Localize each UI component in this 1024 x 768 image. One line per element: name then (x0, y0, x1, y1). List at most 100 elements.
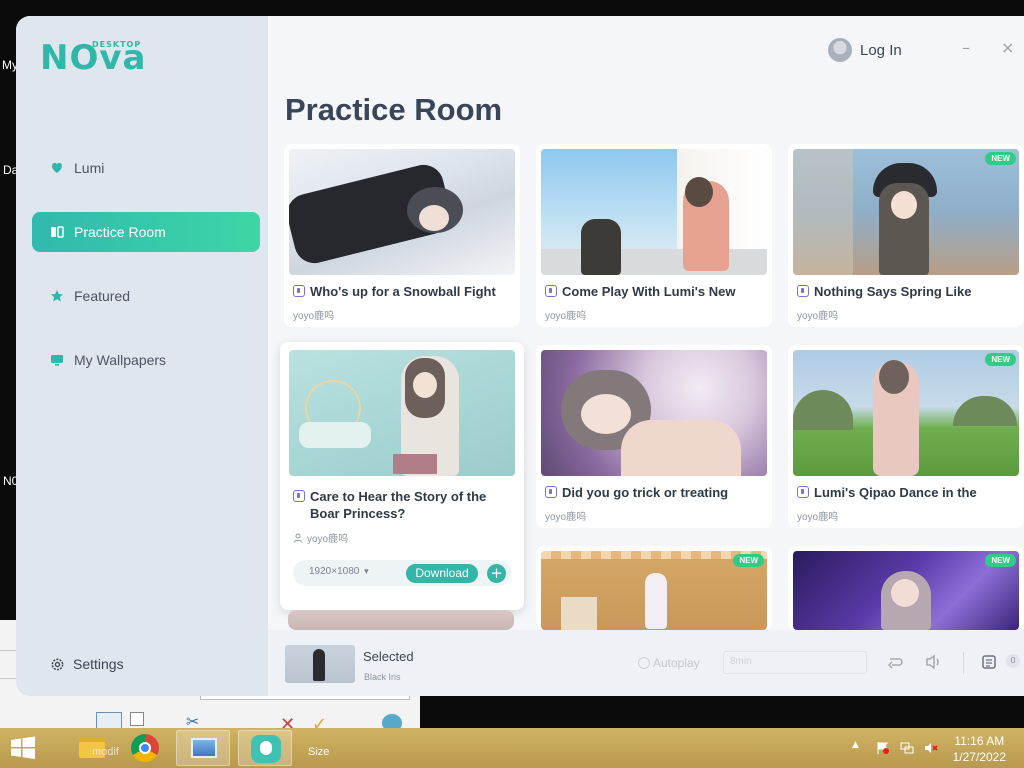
wallpaper-card[interactable]: NEW Nothing Says Spring Like yoyo鹿呜 (788, 144, 1024, 327)
volume-icon[interactable] (925, 654, 943, 674)
wallpaper-thumbnail[interactable] (793, 149, 1019, 275)
sidebar: NOva DESKTOP Lumi Practice Room Featured (16, 16, 268, 696)
star-icon (50, 289, 64, 303)
wallpaper-author: yoyo鹿呜 (293, 530, 348, 545)
wallpaper-title: Come Play With Lumi's New (545, 283, 765, 300)
taskbar-chrome[interactable] (118, 730, 172, 766)
wallpaper-type-icon (797, 486, 809, 498)
wallpaper-type-icon (545, 285, 557, 297)
wallpaper-thumbnail[interactable] (289, 350, 515, 476)
new-badge: NEW (733, 554, 764, 567)
close-button[interactable]: × (1001, 38, 1014, 57)
sidebar-item-label: My Wallpapers (74, 352, 167, 368)
wallpaper-card[interactable]: NEW Lumi's Qipao Dance in the yoyo鹿呜 (788, 345, 1024, 528)
new-badge: NEW (985, 353, 1016, 366)
login-label: Log In (860, 41, 902, 59)
clock-date: 1/27/2022 (952, 750, 1006, 764)
wallpaper-card[interactable]: Who's up for a Snowball Fight yoyo鹿呜 (284, 144, 520, 327)
wallpaper-thumbnail[interactable] (288, 610, 514, 630)
chevron-down-icon: ▾ (364, 566, 369, 576)
selected-wallpaper-thumbnail[interactable] (285, 645, 355, 683)
new-badge: NEW (985, 152, 1016, 165)
wallpaper-title: Who's up for a Snowball Fight (293, 283, 513, 300)
chrome-icon (131, 734, 159, 762)
nova-logo: NOva DESKTOP (40, 38, 160, 78)
partial-text: modif (92, 746, 119, 758)
autoplay-interval-field[interactable]: 8min (723, 651, 867, 674)
wallpaper-thumbnail[interactable] (541, 350, 767, 476)
tray-chevron-icon[interactable]: ▲ (852, 740, 859, 750)
system-clock[interactable]: 11:16 AM 1/27/2022 (953, 733, 1006, 765)
wallpaper-author: yoyo鹿呜 (797, 311, 839, 322)
playlist-icon[interactable] (981, 654, 997, 674)
clock-time: 11:16 AM (954, 734, 1005, 748)
wallpaper-type-icon (545, 486, 557, 498)
sidebar-item-label: Featured (74, 288, 131, 304)
new-badge: NEW (985, 554, 1016, 567)
wallpaper-author: yoyo鹿呜 (545, 512, 587, 523)
selected-label: Selected (363, 649, 414, 664)
nova-app-icon (251, 735, 281, 763)
wallpaper-card[interactable] (288, 610, 514, 630)
heart-icon (50, 161, 64, 175)
wallpaper-title: Did you go trick or treating (545, 484, 765, 501)
taskbar-photos[interactable] (176, 730, 230, 766)
download-bar: 1920×1080 ▾ Download + (293, 560, 511, 586)
nova-desktop-window: NOva DESKTOP Lumi Practice Room Featured (16, 16, 1024, 696)
playlist-count: 0 (1006, 654, 1020, 668)
user-icon (293, 533, 303, 543)
start-button[interactable] (10, 736, 36, 764)
taskbar-nova-desktop[interactable] (238, 730, 292, 766)
autoplay-checkbox[interactable] (638, 657, 650, 669)
sidebar-item-lumi[interactable]: Lumi (32, 148, 260, 188)
settings-label: Settings (73, 656, 124, 672)
wallpaper-title: Care to Hear the Story of the Boar Princ… (293, 488, 513, 522)
toolbar-size-label: Size (308, 746, 330, 758)
background-window-fragment-right (420, 696, 1024, 728)
wallpaper-title: Lumi's Qipao Dance in the (797, 484, 1017, 501)
volume-muted-icon[interactable] (924, 740, 938, 754)
gear-icon (51, 658, 64, 670)
wallpaper-card-expanded[interactable]: Care to Hear the Story of the Boar Princ… (280, 342, 524, 610)
wallpaper-card[interactable]: NEW (536, 546, 772, 630)
loop-icon[interactable] (886, 654, 904, 674)
wallpaper-card[interactable]: NEW (788, 546, 1024, 630)
sidebar-item-featured[interactable]: Featured (32, 276, 260, 316)
add-button[interactable]: + (487, 564, 506, 583)
sidebar-item-label: Practice Room (74, 224, 166, 240)
download-button[interactable]: Download (406, 564, 478, 583)
selected-wallpaper-name: Black Iris (364, 672, 401, 682)
player-bar: Selected Black Iris Autoplay 8min 0 (268, 630, 1024, 696)
resolution-value: 1920×1080 (309, 566, 360, 577)
sidebar-item-label: Lumi (74, 160, 105, 176)
wallpaper-type-icon (797, 285, 809, 297)
wallpaper-author: yoyo鹿呜 (797, 512, 839, 523)
wallpaper-thumbnail[interactable] (541, 149, 767, 275)
minimize-button[interactable]: – (962, 38, 970, 57)
monitor-icon (50, 353, 64, 367)
wallpaper-type-icon (293, 285, 305, 297)
wallpaper-card[interactable]: Did you go trick or treating yoyo鹿呜 (536, 345, 772, 528)
autoplay-toggle[interactable]: Autoplay (638, 656, 700, 670)
avatar (828, 38, 852, 62)
wallpaper-thumbnail[interactable] (793, 350, 1019, 476)
wallpaper-title: Nothing Says Spring Like (797, 283, 1017, 300)
page-title: Practice Room (285, 92, 503, 127)
network-icon[interactable] (900, 740, 914, 754)
picture-icon (191, 738, 217, 758)
book-icon (50, 225, 64, 239)
wallpaper-author: yoyo鹿呜 (293, 311, 335, 322)
taskbar: Size modif ▲ 11:16 AM 1/27/2022 (0, 728, 1024, 768)
wallpaper-thumbnail[interactable] (289, 149, 515, 275)
login-button[interactable]: Log In (828, 38, 902, 62)
autoplay-label: Autoplay (653, 656, 700, 670)
sidebar-item-my-wallpapers[interactable]: My Wallpapers (32, 340, 260, 380)
windows-logo-icon (11, 736, 35, 759)
resolution-dropdown[interactable]: 1920×1080 ▾ (309, 566, 369, 577)
settings-button[interactable]: Settings (50, 656, 124, 672)
wallpaper-card[interactable]: Come Play With Lumi's New yoyo鹿呜 (536, 144, 772, 327)
sidebar-item-practice-room[interactable]: Practice Room (32, 212, 260, 252)
flag-icon[interactable] (876, 740, 890, 754)
divider (963, 652, 964, 674)
wallpaper-author: yoyo鹿呜 (545, 311, 587, 322)
